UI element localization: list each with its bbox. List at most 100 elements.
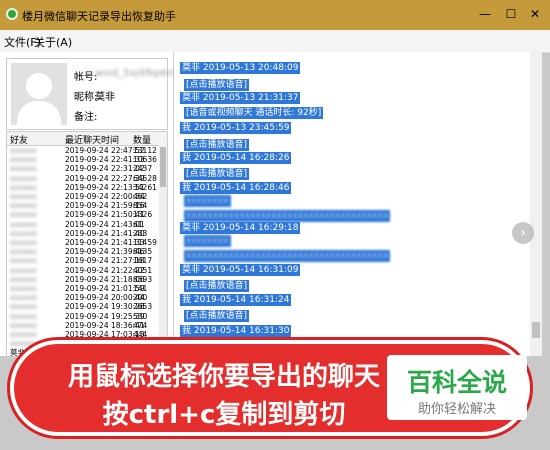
avatar: [11, 63, 67, 125]
app-window: 楼月微信聊天记录导出恢复助手 — ☐ ✕ 文件(F) 关于(A) 帐号: wxi…: [0, 0, 550, 450]
cell-friend: xxxxxx: [10, 293, 37, 303]
remark-label: 备注:: [74, 112, 98, 123]
table-row[interactable]: xxxxxx 2019-09-24 22:41:33 10636: [7, 155, 157, 164]
menu-bar: 文件(F) 关于(A): [0, 30, 550, 53]
friends-table: 好友 最近聊天时间 数量 xxxxxx 2019-09-24 22:47:52 13…: [6, 131, 168, 357]
friends-table-scrollbar[interactable]: [159, 145, 167, 356]
message-header[interactable]: 莫非 2019-05-14 16:29:18: [180, 222, 301, 234]
cell-count: 233: [133, 228, 148, 238]
contacts-panel: 帐号: wxid_5xj4fkp6n5t11 昵称: 莫非 备注: 好友 最近聊…: [0, 52, 196, 357]
table-row[interactable]: xxxxxx 2019-09-24 21:41:33 11459: [7, 238, 157, 247]
message-header[interactable]: 我 2019-05-14 16:28:46: [180, 182, 292, 194]
cell-count: 4051: [133, 265, 153, 275]
close-button[interactable]: ✕: [524, 4, 546, 24]
table-row[interactable]: xxxxxx 2019-09-24 21:27:18 1617: [7, 256, 157, 265]
title-bar[interactable]: 楼月微信聊天记录导出恢复助手 — ☐ ✕: [0, 0, 550, 30]
message-body[interactable]: [点击播放语音]: [184, 168, 250, 180]
message-body[interactable]: xxxxxxxxxxxxxxxxxxxxxxxxxxxxxxxxxxxxxx: [184, 210, 391, 222]
app-logo-icon: [6, 8, 18, 20]
cell-friend: xxxxxx: [10, 256, 37, 266]
cell-friend: xxxxxx: [10, 173, 37, 183]
cell-friend: xxxxxx: [10, 302, 37, 312]
message-header[interactable]: 我 2019-05-13 23:45:59: [180, 122, 292, 134]
cell-count: 8593: [133, 274, 153, 284]
cell-count: 64528: [133, 173, 157, 183]
header-friend[interactable]: 好友: [10, 133, 28, 146]
table-row[interactable]: xxxxxx 2019-09-24 21:22:22 4051: [7, 266, 157, 275]
table-row[interactable]: xxxxxx 2019-09-24 22:27:39 64528: [7, 174, 157, 183]
message-header[interactable]: 莫非 2019-05-13 21:31:37: [180, 92, 301, 104]
cell-count: 444: [133, 330, 148, 339]
message-header[interactable]: 莫非 2019-05-13 20:48:09: [180, 62, 301, 74]
cell-friend: xxxxxx: [10, 265, 37, 275]
table-row[interactable]: xxxxxx 2019-09-24 17:03:13 444: [7, 330, 157, 339]
cell-count: 11459: [133, 238, 157, 247]
cell-friend: xxxxxx: [10, 311, 37, 321]
table-row[interactable]: xxxxxx 2019-09-24 21:59:16 854: [7, 201, 157, 210]
table-row[interactable]: xxxxxx 2019-09-24 22:31:02 2437: [7, 164, 157, 173]
table-row[interactable]: xxxxxx 2019-09-24 22:13:51 34261: [7, 183, 157, 192]
table-row[interactable]: xxxxxx 2019-09-24 21:39:46 8135: [7, 247, 157, 256]
table-row[interactable]: xxxxxx 2019-09-24 21:50:41 1326: [7, 210, 157, 219]
table-row[interactable]: xxxxxx 2019-09-24 21:01:59 141: [7, 284, 157, 293]
cell-count: 8135: [133, 247, 153, 257]
table-row[interactable]: xxxxxx 2019-09-24 19:30:28 2653: [7, 302, 157, 311]
nickname-value: 莫非: [95, 92, 115, 103]
cell-count: 474: [133, 320, 148, 330]
cell-count: 13112: [133, 146, 157, 155]
cell-friend: xxxxxx: [10, 247, 37, 257]
next-arrow-icon[interactable]: ›: [512, 222, 534, 244]
watermark-subtitle: 助你轻松解决: [417, 402, 496, 417]
chat-scroll-thumb[interactable]: [532, 322, 540, 338]
table-row[interactable]: xxxxxx 2019-09-24 21:43:01 61: [7, 220, 157, 229]
message-body[interactable]: [点击播放语音]: [184, 139, 250, 151]
friends-table-scroll-thumb[interactable]: [160, 147, 166, 187]
cell-friend: xxxxxx: [10, 155, 37, 165]
cell-count: 854: [133, 201, 148, 211]
cell-count: 61: [133, 219, 143, 229]
friends-table-header: 好友 最近聊天时间 数量: [7, 132, 167, 146]
cell-count: 141: [133, 284, 148, 293]
cell-friend: xxxxxx: [10, 146, 37, 155]
nickname-label: 昵称:: [74, 92, 98, 103]
message-body[interactable]: xxxxxxxx: [184, 195, 231, 207]
menu-about[interactable]: 关于(A): [34, 34, 72, 50]
message-header[interactable]: 我 2019-05-14 16:31:24: [180, 294, 292, 306]
message-header[interactable]: 我 2019-05-14 16:28:26: [180, 152, 292, 164]
message-body[interactable]: [语音或视频聊天 通话时长: 92秒]: [184, 107, 324, 119]
account-label: 帐号:: [74, 72, 98, 83]
message-body[interactable]: [点击播放语音]: [184, 79, 250, 91]
header-count[interactable]: 数量: [133, 133, 151, 146]
watermark-title: 百科全说: [406, 368, 507, 397]
message-body[interactable]: xxxxxxxxxxxxxxxxxxxxxxxxxxxxxxxxxxxxxx: [184, 250, 391, 262]
cell-count: 2653: [133, 302, 153, 312]
banner-line-1: 用鼠标选择你要导出的聊天: [67, 362, 380, 392]
cell-friend: xxxxxx: [10, 274, 37, 284]
table-row[interactable]: xxxxxx 2019-09-24 22:00:34 462: [7, 192, 157, 201]
table-row[interactable]: xxxxxx 2019-09-24 19:25:39 530: [7, 312, 157, 321]
cell-count: 34261: [133, 182, 157, 192]
cell-count: 10636: [133, 155, 157, 165]
table-row[interactable]: xxxxxx 2019-09-24 21:41:40 233: [7, 229, 157, 238]
message-header[interactable]: 莫非 2019-05-14 16:31:09: [180, 264, 301, 276]
message-body[interactable]: [点击播放语音]: [184, 310, 250, 322]
message-body[interactable]: xxxxxxxx: [184, 235, 231, 247]
header-last-time[interactable]: 最近聊天时间: [65, 133, 119, 146]
cell-friend: xxxxxx: [10, 164, 37, 174]
message-body[interactable]: [点击播放语音]: [184, 280, 250, 292]
watermark-logo: 百科全说 助你轻松解决: [387, 355, 527, 420]
minimize-button[interactable]: —: [474, 4, 496, 24]
maximize-button[interactable]: ☐: [500, 4, 522, 24]
table-row[interactable]: xxxxxx 2019-09-24 18:36:41 474: [7, 321, 157, 330]
cell-friend: xxxxxx: [10, 238, 37, 247]
message-header[interactable]: 我 2019-05-14 16:31:30: [180, 325, 292, 337]
table-row[interactable]: xxxxxx 2019-09-24 21:18:06 8593: [7, 275, 157, 284]
cell-friend: xxxxxx: [10, 201, 37, 211]
table-row[interactable]: xxxxxx 2019-09-24 20:00:44 200: [7, 293, 157, 302]
table-row[interactable]: xxxxxx 2019-09-24 22:47:52 13112: [7, 146, 157, 155]
profile-card: 帐号: wxid_5xj4fkp6n5t11 昵称: 莫非 备注:: [6, 58, 196, 130]
cell-friend: xxxxxx: [10, 210, 37, 220]
chat-scrollbar[interactable]: [530, 52, 542, 356]
cell-friend: xxxxxx: [10, 219, 37, 229]
chat-log[interactable]: 莫非 2019-05-13 20:48:09 [点击播放语音] 莫非 2019-05…: [174, 52, 536, 356]
